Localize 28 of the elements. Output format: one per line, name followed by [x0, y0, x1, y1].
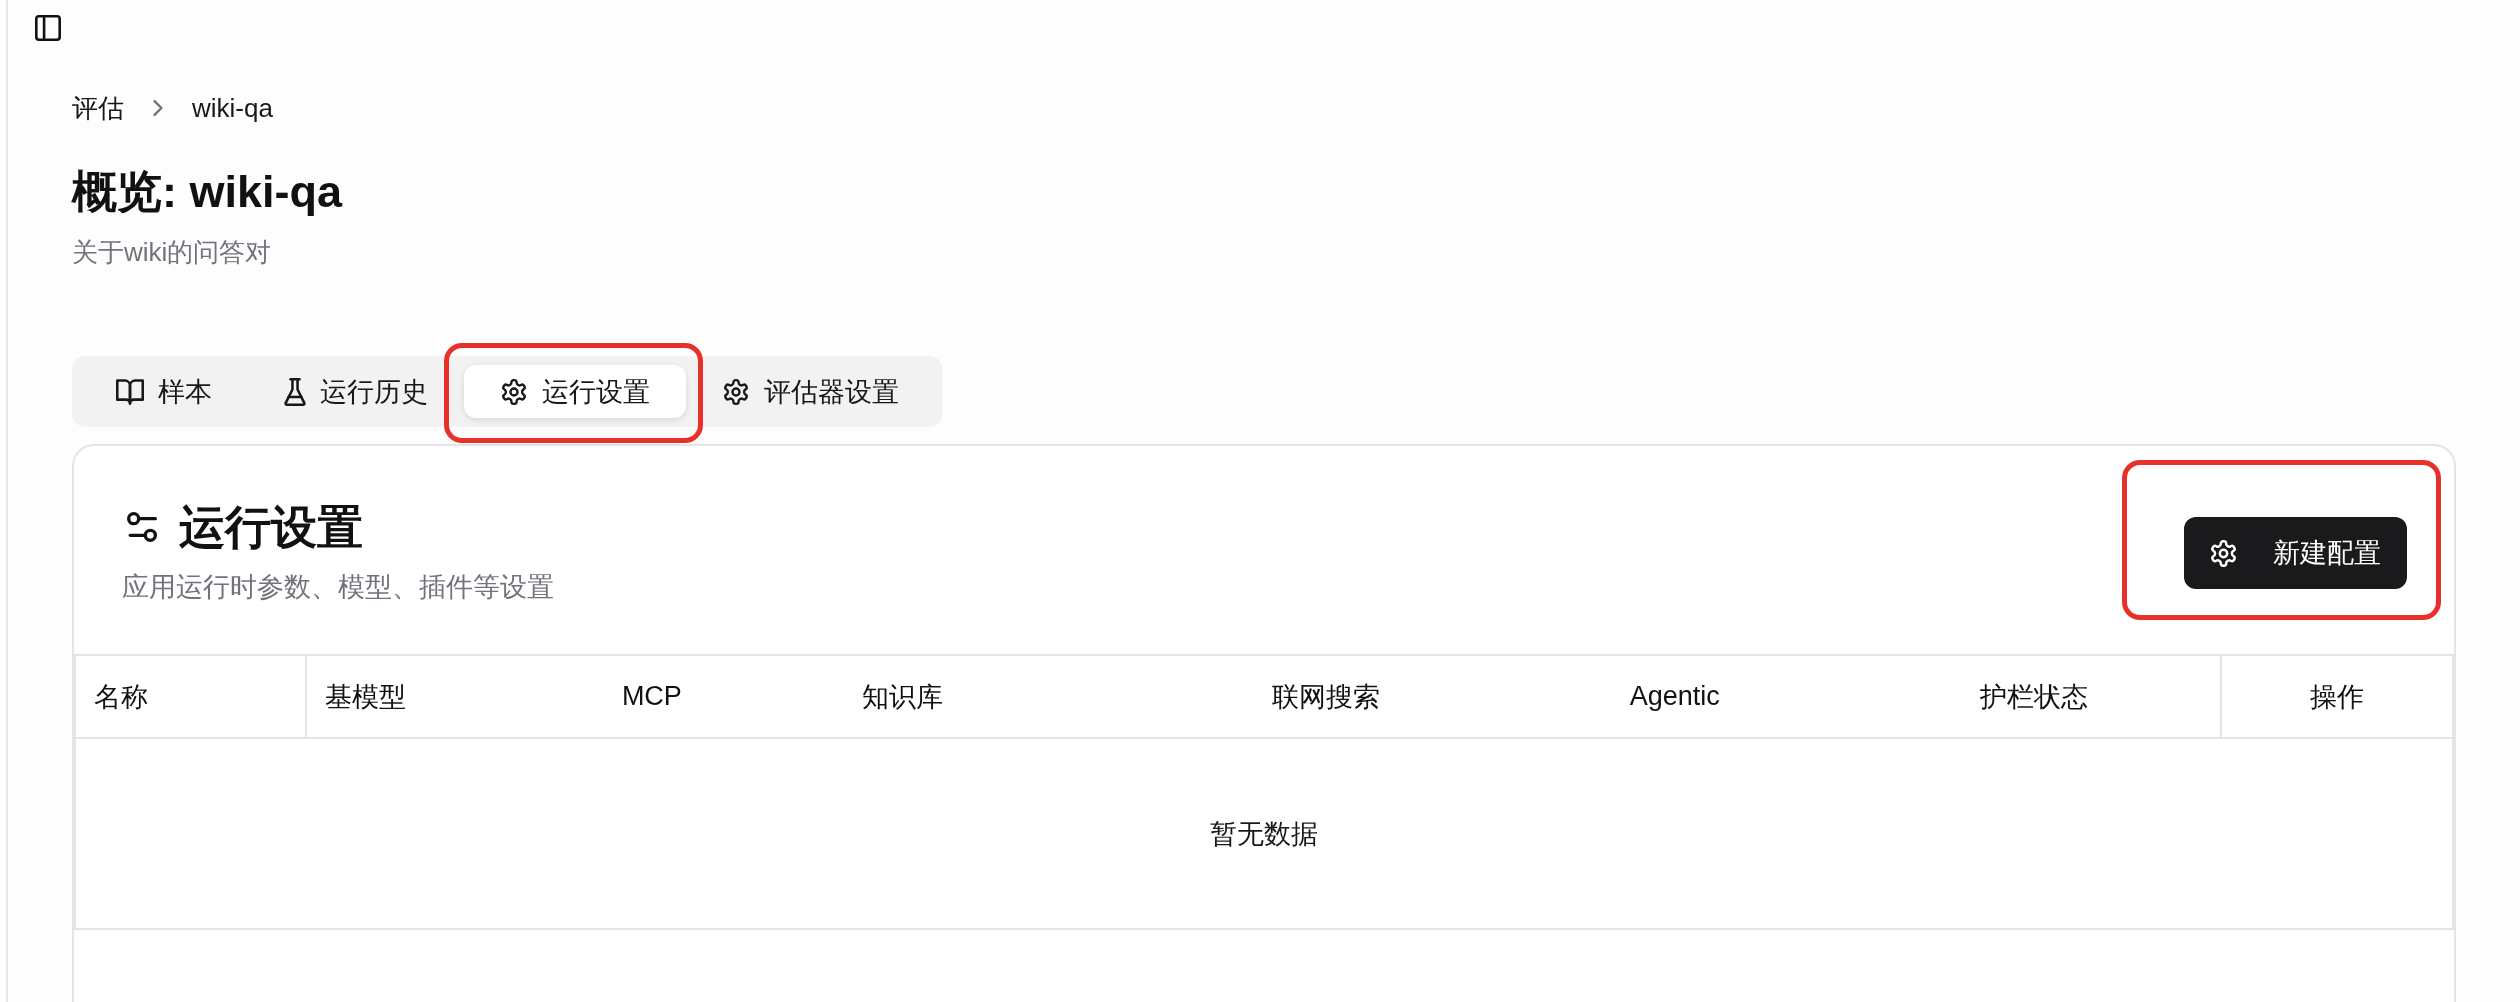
breadcrumb-current: wiki-qa: [192, 92, 273, 125]
column-header: 护栏状态: [1979, 680, 2089, 714]
column-header: 名称: [76, 656, 307, 737]
flask-icon: [284, 377, 306, 406]
gear-icon: [722, 378, 750, 405]
sidebar-toggle-icon[interactable]: [35, 15, 61, 41]
gear-icon: [500, 378, 528, 405]
column-header: 基模型: [323, 680, 407, 714]
breadcrumb-link[interactable]: 评估: [72, 90, 124, 126]
tab[interactable]: 运行设置: [464, 365, 686, 418]
gear-icon: [2210, 539, 2237, 567]
card-title: 运行设置: [179, 501, 363, 553]
sliders-icon: [127, 512, 157, 542]
column-header: 联网搜索: [1270, 680, 1381, 714]
card-subtitle: 应用运行时参数、模型、插件等设置: [122, 571, 554, 604]
tab[interactable]: 评估器设置: [686, 365, 935, 418]
tab[interactable]: 样本: [80, 365, 248, 418]
new-config-button[interactable]: 新建配置: [2184, 517, 2407, 589]
tab[interactable]: 运行历史: [248, 365, 464, 418]
column-header: 知识库: [861, 680, 945, 714]
empty-state-text: 暂无数据: [1210, 817, 1318, 851]
book-icon: [116, 378, 144, 405]
column-header: Agentic: [1628, 680, 1721, 713]
page-title: 概览: wiki-qa: [72, 165, 344, 219]
column-header: MCP: [620, 680, 683, 713]
chevron-right-icon: [153, 100, 163, 116]
page-subtitle: 关于wiki的问答对: [72, 236, 273, 269]
column-header: 操作: [2220, 656, 2452, 737]
